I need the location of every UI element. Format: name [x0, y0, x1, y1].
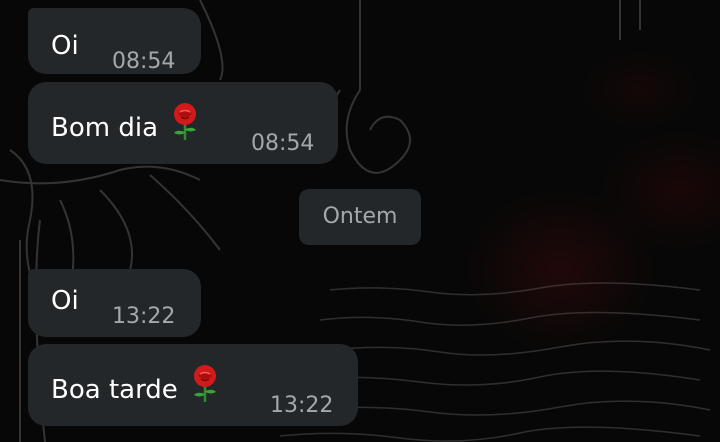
message-bubble[interactable]: Bom dia 08:54	[28, 82, 338, 164]
message-text-content: Boa tarde	[51, 375, 178, 405]
message-timestamp: 13:22	[112, 304, 176, 329]
message-timestamp: 13:22	[270, 393, 334, 418]
message-bubble[interactable]: Oi 08:54	[28, 8, 201, 74]
message-text-content: Bom dia	[51, 113, 158, 143]
rose-icon	[188, 364, 222, 411]
message-bubble[interactable]: Oi 13:22	[28, 269, 201, 337]
date-divider: Ontem	[299, 189, 421, 245]
message-bubble[interactable]: Boa tarde 13:22	[28, 344, 358, 426]
message-timestamp: 08:54	[112, 49, 176, 74]
message-timestamp: 08:54	[251, 131, 315, 156]
rose-icon	[168, 102, 202, 149]
message-text: Oi	[51, 286, 79, 316]
message-text: Boa tarde	[51, 364, 222, 414]
message-text: Oi	[51, 31, 79, 61]
message-text: Bom dia	[51, 102, 202, 152]
